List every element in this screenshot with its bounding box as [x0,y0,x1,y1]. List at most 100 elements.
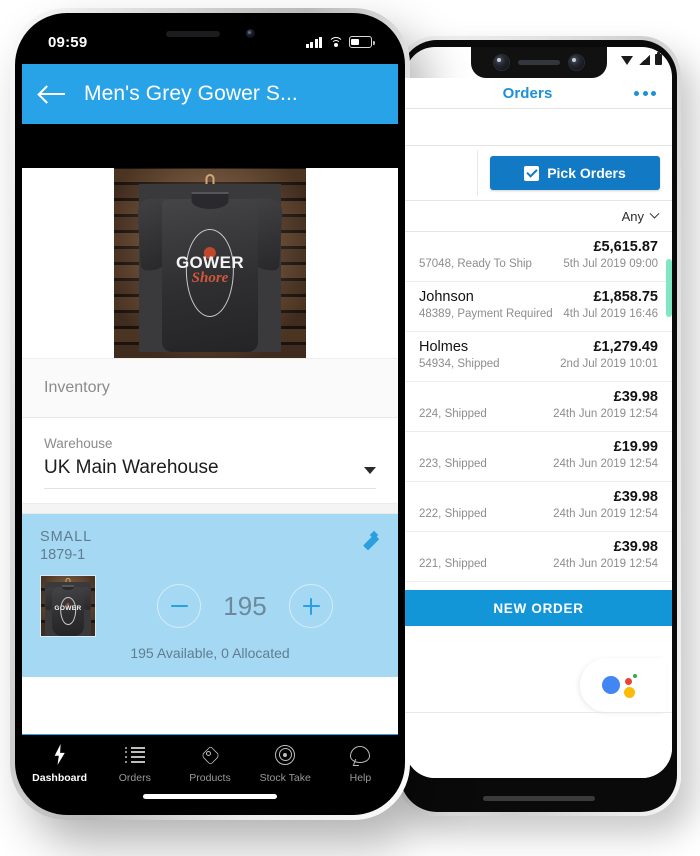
order-amount: £39.98 [613,539,658,555]
scroll-indicator[interactable] [666,259,672,317]
order-row[interactable]: £19.99 223, Shipped 24th Jun 2019 12:54 [405,432,672,482]
warehouse-caption: Warehouse [44,436,113,451]
stock-size-label: SMALL [40,529,93,545]
search-area [405,109,672,145]
back-phone-device: Orders Pick Orders Any £5,615.87 57048, … [396,36,681,816]
battery-icon [655,52,662,65]
list-icon [124,744,145,765]
order-row[interactable]: £39.98 222, Shipped 24th Jun 2019 12:54 [405,482,672,532]
shirt-print: GOWER [54,596,81,625]
decrement-button[interactable] [157,584,201,628]
stock-availability-text: 195 Available, 0 Allocated [130,645,290,661]
order-reference-status: 48389, Payment Required [419,308,553,320]
google-assistant-icon [602,672,644,698]
product-scroll-area[interactable]: GOWER Shore Inventory Warehouse UK Main … [22,168,398,734]
order-row[interactable]: Holmes £1,279.49 54934, Shipped 2nd Jul 201… [405,332,672,382]
order-reference-status: 223, Shipped [419,458,487,470]
back-phone-frame: Orders Pick Orders Any £5,615.87 57048, … [400,40,677,812]
signal-icon [639,54,650,65]
divider [405,108,672,109]
order-reference-status: 224, Shipped [419,408,487,420]
battery-icon [349,36,375,48]
back-status-bar [621,52,662,65]
order-filter-dropdown[interactable]: Any [405,201,672,231]
front-phone-screen: 09:59 Men's Grey Gower S... GOWER Shore … [22,20,398,808]
tab-label: Help [349,772,372,784]
mockup-stage: Orders Pick Orders Any £5,615.87 57048, … [0,0,700,856]
quantity-stepper: 195 [110,584,380,628]
back-phone-screen: Orders Pick Orders Any £5,615.87 57048, … [405,47,672,778]
order-filter-value: Any [621,208,644,224]
order-customer-name: Holmes [419,339,469,355]
status-icons [305,36,375,48]
order-row[interactable]: £39.98 221, Shipped 24th Jun 2019 12:54 [405,532,672,582]
tab-label: Orders [118,772,151,784]
clipboard-check-icon [524,165,540,181]
back-phone-notch [470,47,607,78]
wifi-icon [621,55,634,65]
shirt-print-script: Shore [191,269,229,286]
new-order-button[interactable]: NEW ORDER [405,590,672,626]
chevron-down-icon [649,208,660,219]
divider [22,503,398,514]
tshirt-graphic: GOWER Shore [137,184,283,352]
order-date: 24th Jun 2019 12:54 [553,458,658,470]
warehouse-select[interactable]: UK Main Warehouse [44,457,376,489]
tshirt-photo-thumb: GOWER [41,576,95,636]
front-phone-device: 09:59 Men's Grey Gower S... GOWER Shore … [10,8,410,820]
signal-bars-icon [305,36,322,48]
order-row[interactable]: Johnson £1,858.75 48389, Payment Required 4… [405,282,672,332]
order-amount: £1,279.49 [593,339,658,355]
earpiece-speaker-icon [517,60,560,65]
order-amount: £1,858.75 [593,289,658,305]
quantity-value[interactable]: 195 [218,591,272,622]
front-camera-icon [493,55,509,70]
pick-orders-button[interactable]: Pick Orders [490,156,660,190]
product-thumbnail[interactable]: GOWER [40,575,96,637]
pick-orders-bar: Pick Orders [405,146,672,200]
tab-label: Dashboard [32,772,88,784]
minus-icon [170,604,188,608]
tshirt-graphic: GOWER [44,582,92,636]
target-icon [275,744,296,765]
stock-stepper-row: GOWER 195 [40,575,380,637]
order-reference-status: 221, Shipped [419,558,487,570]
order-row[interactable]: £39.98 224, Shipped 24th Jun 2019 12:54 [405,382,672,432]
order-amount: £19.99 [613,439,658,455]
product-app-header: Men's Grey Gower S... [22,64,398,124]
divider [477,150,478,196]
new-order-label: NEW ORDER [493,600,584,616]
tab-label: Stock Take [259,772,311,784]
inventory-label: Inventory [44,379,110,396]
order-row[interactable]: £5,615.87 57048, Ready To Ship 5th Jul 201… [405,232,672,282]
google-assistant-button[interactable] [580,658,666,712]
tab-label: Products [189,772,231,784]
android-home-indicator[interactable] [482,796,595,801]
stock-sku-label: 1879-1 [40,547,86,563]
order-amount: £39.98 [613,489,658,505]
order-reference-status: 57048, Ready To Ship [419,258,532,270]
inventory-section-header: Inventory [22,358,398,418]
overflow-menu-icon[interactable] [634,90,672,96]
tab-help[interactable]: Help [323,744,398,808]
order-customer-name: Johnson [419,289,474,305]
order-date: 24th Jun 2019 12:54 [553,408,658,420]
order-date: 2nd Jul 2019 10:01 [560,358,658,370]
order-date: 24th Jun 2019 12:54 [553,558,658,570]
shirt-print-word-thumb: GOWER [54,604,82,612]
order-reference-status: 222, Shipped [419,508,487,520]
back-arrow-icon[interactable] [40,85,66,103]
tab-dashboard[interactable]: Dashboard [22,744,97,808]
edit-pencil-icon[interactable] [358,530,379,552]
front-camera-secondary-icon [568,55,584,70]
increment-button[interactable] [289,584,333,628]
ios-home-indicator[interactable] [143,794,277,799]
order-amount: £39.98 [613,389,658,405]
back-app-header: Orders [405,78,672,108]
tshirt-photo: GOWER Shore [114,168,306,358]
status-clock: 09:59 [48,33,88,51]
page-title: Men's Grey Gower S... [84,82,298,105]
stock-level-card: SMALL 1879-1 GOWER 195 195 Available, 0 … [22,514,398,677]
chat-icon [350,744,371,765]
front-phone-notch [126,20,294,47]
